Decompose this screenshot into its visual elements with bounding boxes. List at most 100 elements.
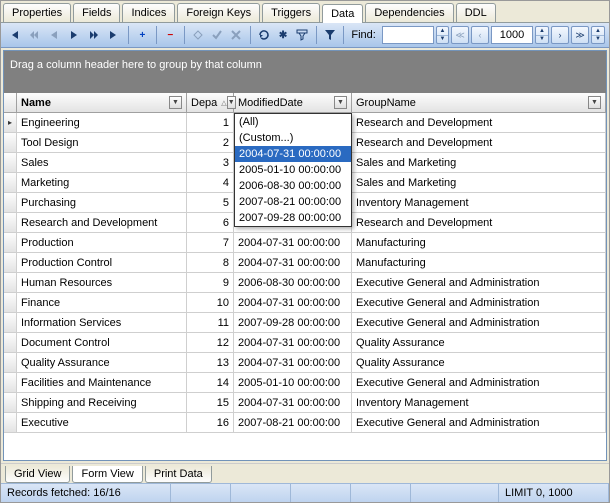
cell-groupname[interactable]: Executive General and Administration [352, 413, 606, 432]
cell-modifieddate[interactable]: 2004-07-31 00:00:00 [234, 233, 352, 252]
cell-name[interactable]: Information Services [17, 313, 187, 332]
cell-modifieddate[interactable]: 2007-09-28 00:00:00 [234, 313, 352, 332]
cell-name[interactable]: Marketing [17, 173, 187, 192]
view-tab-print-data[interactable]: Print Data [145, 466, 212, 483]
group-band[interactable]: Drag a column header here to group by th… [4, 51, 606, 93]
cell-groupname[interactable]: Executive General and Administration [352, 293, 606, 312]
column-header-groupname[interactable]: GroupName ▼ [352, 93, 606, 112]
last-record-button[interactable] [105, 26, 123, 44]
cell-groupname[interactable]: Quality Assurance [352, 333, 606, 352]
cell-department[interactable]: 7 [187, 233, 234, 252]
cell-modifieddate[interactable]: 2004-07-31 00:00:00 [234, 353, 352, 372]
cell-department[interactable]: 8 [187, 253, 234, 272]
table-row[interactable]: Quality Assurance132004-07-31 00:00:00Qu… [4, 353, 606, 373]
cell-name[interactable]: Production [17, 233, 187, 252]
insert-record-button[interactable]: + [134, 26, 151, 44]
cell-name[interactable]: Purchasing [17, 193, 187, 212]
filter-dropdown-icon[interactable]: ▼ [588, 96, 601, 109]
cell-modifieddate[interactable]: 2005-01-10 00:00:00 [234, 373, 352, 392]
filter-option[interactable]: 2007-08-21 00:00:00 [235, 194, 351, 210]
tab-foreign-keys[interactable]: Foreign Keys [177, 3, 260, 22]
cell-name[interactable]: Finance [17, 293, 187, 312]
tab-fields[interactable]: Fields [73, 3, 120, 22]
column-header-department[interactable]: Depa △ ▼ [187, 93, 234, 112]
bookmark-button[interactable]: ✱ [275, 26, 292, 44]
table-row[interactable]: Document Control122004-07-31 00:00:00Qua… [4, 333, 606, 353]
find-input[interactable] [382, 26, 434, 44]
cell-modifieddate[interactable]: 2004-07-31 00:00:00 [234, 333, 352, 352]
filter-dropdown-icon[interactable]: ▼ [334, 96, 347, 109]
cell-name[interactable]: Production Control [17, 253, 187, 272]
grid-body[interactable]: (All)(Custom...)2004-07-31 00:00:002005-… [4, 113, 606, 460]
refresh-button[interactable] [256, 26, 273, 44]
cell-groupname[interactable]: Sales and Marketing [352, 153, 606, 172]
filter-button[interactable] [321, 26, 338, 44]
cell-name[interactable]: Engineering [17, 113, 187, 132]
cell-department[interactable]: 6 [187, 213, 234, 232]
cell-name[interactable]: Document Control [17, 333, 187, 352]
filter-option[interactable]: (All) [235, 114, 351, 130]
view-tab-grid-view[interactable]: Grid View [5, 466, 70, 483]
cell-name[interactable]: Executive [17, 413, 187, 432]
next-page-button[interactable] [85, 26, 103, 44]
tab-dependencies[interactable]: Dependencies [365, 3, 453, 22]
cancel-edit-button[interactable] [228, 26, 245, 44]
find-spin[interactable]: ▲▼ [436, 26, 449, 44]
page-size-spin[interactable]: ▲▼ [535, 26, 549, 44]
table-row[interactable]: Human Resources92006-08-30 00:00:00Execu… [4, 273, 606, 293]
table-row[interactable]: Production Control82004-07-31 00:00:00Ma… [4, 253, 606, 273]
table-row[interactable]: Shipping and Receiving152004-07-31 00:00… [4, 393, 606, 413]
cell-groupname[interactable]: Executive General and Administration [352, 273, 606, 292]
page-next-button[interactable]: › [551, 26, 569, 44]
cell-department[interactable]: 9 [187, 273, 234, 292]
prev-record-button[interactable] [45, 26, 63, 44]
tab-data[interactable]: Data [322, 4, 363, 23]
first-record-button[interactable] [5, 26, 23, 44]
set-filter-button[interactable] [294, 26, 311, 44]
cell-department[interactable]: 10 [187, 293, 234, 312]
tab-properties[interactable]: Properties [3, 3, 71, 22]
cell-groupname[interactable]: Research and Development [352, 213, 606, 232]
modifieddate-filter-dropdown[interactable]: (All)(Custom...)2004-07-31 00:00:002005-… [234, 113, 352, 227]
cell-department[interactable]: 14 [187, 373, 234, 392]
cell-name[interactable]: Shipping and Receiving [17, 393, 187, 412]
cell-name[interactable]: Human Resources [17, 273, 187, 292]
cell-groupname[interactable]: Executive General and Administration [352, 373, 606, 392]
column-header-modifieddate[interactable]: ModifiedDate ▼ [234, 93, 352, 112]
cell-modifieddate[interactable]: 2004-07-31 00:00:00 [234, 253, 352, 272]
tab-ddl[interactable]: DDL [456, 3, 496, 22]
cell-department[interactable]: 5 [187, 193, 234, 212]
cell-department[interactable]: 11 [187, 313, 234, 332]
filter-option[interactable]: 2005-01-10 00:00:00 [235, 162, 351, 178]
cell-groupname[interactable]: Inventory Management [352, 193, 606, 212]
page-extra-spin[interactable]: ▲▼ [591, 26, 605, 44]
cell-groupname[interactable]: Executive General and Administration [352, 313, 606, 332]
cell-department[interactable]: 4 [187, 173, 234, 192]
column-header-name[interactable]: Name ▼ [17, 93, 187, 112]
cell-groupname[interactable]: Manufacturing [352, 253, 606, 272]
view-tab-form-view[interactable]: Form View [72, 466, 142, 483]
cell-groupname[interactable]: Manufacturing [352, 233, 606, 252]
next-record-button[interactable] [65, 26, 83, 44]
cell-department[interactable]: 2 [187, 133, 234, 152]
cell-modifieddate[interactable]: 2004-07-31 00:00:00 [234, 293, 352, 312]
filter-option[interactable]: 2004-07-31 00:00:00 [235, 146, 351, 162]
cell-department[interactable]: 16 [187, 413, 234, 432]
cell-name[interactable]: Facilities and Maintenance [17, 373, 187, 392]
filter-option[interactable]: 2006-08-30 00:00:00 [235, 178, 351, 194]
cell-department[interactable]: 12 [187, 333, 234, 352]
post-edit-button[interactable] [209, 26, 226, 44]
cell-groupname[interactable]: Research and Development [352, 133, 606, 152]
cell-groupname[interactable]: Quality Assurance [352, 353, 606, 372]
cell-name[interactable]: Research and Development [17, 213, 187, 232]
cell-groupname[interactable]: Inventory Management [352, 393, 606, 412]
delete-record-button[interactable]: − [162, 26, 179, 44]
tab-indices[interactable]: Indices [122, 3, 175, 22]
cell-modifieddate[interactable]: 2004-07-31 00:00:00 [234, 393, 352, 412]
filter-option[interactable]: 2007-09-28 00:00:00 [235, 210, 351, 226]
cell-groupname[interactable]: Research and Development [352, 113, 606, 132]
cell-department[interactable]: 13 [187, 353, 234, 372]
filter-dropdown-icon[interactable]: ▼ [169, 96, 182, 109]
page-last-button[interactable]: ≫ [571, 26, 589, 44]
edit-record-button[interactable] [190, 26, 207, 44]
